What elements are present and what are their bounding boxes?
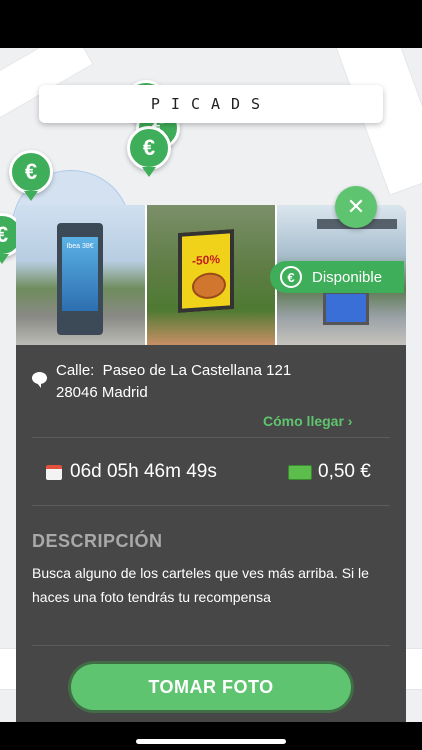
home-indicator[interactable] <box>136 739 286 744</box>
brand-logo: PICADS <box>150 95 272 113</box>
shelter-screen <box>323 291 370 325</box>
countdown-value: 06d 05h 46m 49s <box>70 461 217 482</box>
calendar-icon <box>46 464 62 480</box>
take-photo-button[interactable]: TOMAR FOTO <box>71 664 351 710</box>
address-block: Calle: Paseo de La Castellana 121 28046 … <box>32 360 392 404</box>
divider <box>32 505 390 506</box>
close-button[interactable]: ✕ <box>335 186 377 228</box>
billboard-structure: -50% <box>177 229 234 313</box>
address-line-2: 28046 Madrid <box>56 384 148 401</box>
reward-value: 0,50 € <box>318 461 371 482</box>
pizza-graphic <box>191 271 226 300</box>
poster-kiosk-photo[interactable]: Ibea 38€ <box>16 205 145 345</box>
directions-link[interactable]: Cómo llegar › <box>263 413 352 429</box>
location-detail-card: Ibea 38€ -50% € Disponible Calle: Paseo … <box>16 205 406 722</box>
reward-amount: 0,50 € <box>288 461 371 483</box>
euro-map-pin[interactable]: € <box>127 126 171 170</box>
euro-map-pin[interactable]: € <box>9 150 53 194</box>
kiosk-ad-text: Ibea 38€ <box>62 237 98 311</box>
description-heading: DESCRIPCIÓN <box>32 531 163 551</box>
address-line-1: Calle: Paseo de La Castellana 121 <box>56 362 292 379</box>
countdown-timer: 06d 05h 46m 49s <box>46 461 217 483</box>
availability-label: Disponible <box>312 268 383 286</box>
brand-logo-bar: PICADS <box>39 85 383 123</box>
cash-icon <box>288 464 312 480</box>
billboard-photo[interactable]: -50% <box>146 205 276 345</box>
bottom-bar <box>0 722 422 750</box>
divider <box>32 645 390 646</box>
close-icon: ✕ <box>346 194 366 220</box>
billboard-ad-text: -50% <box>191 252 220 268</box>
status-bar <box>0 0 422 48</box>
speech-bubble-icon <box>32 372 47 388</box>
description-text: Busca alguno de los carteles que ves más… <box>32 565 369 605</box>
kiosk-structure: Ibea 38€ <box>57 223 103 335</box>
euro-icon: € <box>280 266 302 288</box>
divider <box>32 437 390 438</box>
availability-badge: € Disponible <box>270 261 404 293</box>
